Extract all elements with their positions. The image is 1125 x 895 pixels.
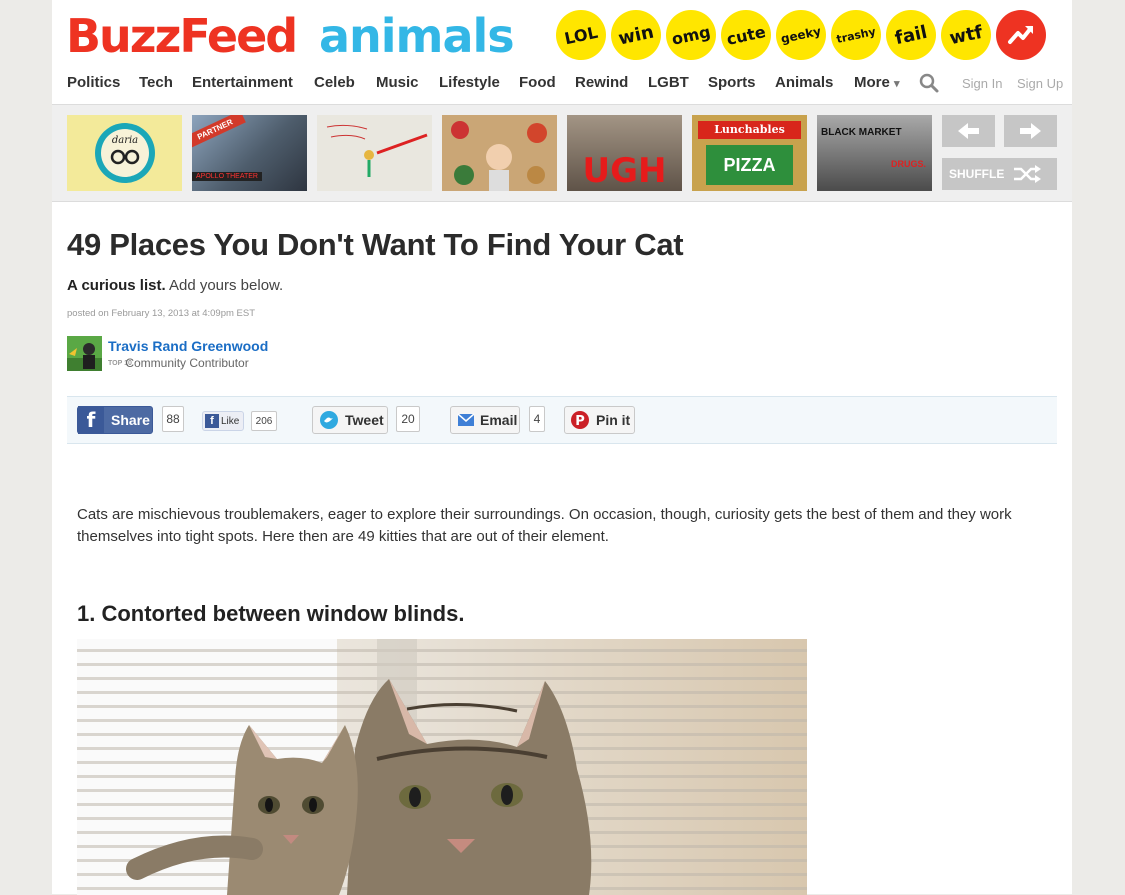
nav-animals[interactable]: Animals	[775, 74, 833, 91]
badge-lol[interactable]: LOL	[551, 5, 611, 65]
email-label: Email	[480, 412, 518, 428]
ugh-caption: UGH	[582, 151, 667, 191]
sign-in-link[interactable]: Sign In	[962, 76, 1002, 91]
arrow-right-icon	[1020, 123, 1041, 139]
featured-strip: daria PARTNER APOLLO THEATER UGH Lunchab…	[52, 105, 1072, 202]
whiteboard-drawing-image	[326, 124, 428, 177]
nav-lifestyle[interactable]: Lifestyle	[439, 74, 500, 91]
pizza-label: PIZZA	[706, 145, 793, 185]
cats-in-blinds-photo	[77, 639, 807, 895]
chevron-down-icon: ▾	[894, 78, 900, 90]
badge-geeky[interactable]: geeky	[771, 5, 831, 65]
email-share-button[interactable]: Email	[450, 406, 520, 434]
pinterest-label: Pin it	[596, 412, 631, 428]
nav-lgbt[interactable]: LGBT	[648, 74, 689, 91]
nav-food[interactable]: Food	[519, 74, 556, 91]
shuffle-icon	[1014, 165, 1041, 183]
item-1-title: 1. Contorted between window blinds.	[77, 601, 465, 626]
facebook-like-count: 206	[251, 411, 277, 431]
thumb-daria-text: daria	[112, 135, 138, 146]
arrow-left-icon	[958, 123, 979, 139]
next-button[interactable]	[1004, 115, 1057, 147]
badge-win[interactable]: win	[606, 5, 666, 65]
site-header: BuzzFeed animals LOL win omg cute geeky …	[52, 0, 1072, 105]
badge-trending[interactable]	[996, 10, 1046, 60]
posted-timestamp: posted on February 13, 2013 at 4:09pm ES…	[67, 308, 256, 319]
shuffle-button[interactable]: SHUFFLE	[942, 158, 1057, 190]
nav-more-label: More	[854, 74, 890, 91]
facebook-like-label: Like	[221, 415, 240, 427]
tweet-button[interactable]: Tweet	[312, 406, 388, 434]
thumb-lunchables[interactable]: Lunchables PIZZA	[692, 115, 807, 191]
author-avatar[interactable]	[67, 336, 102, 371]
nav-politics[interactable]: Politics	[67, 74, 120, 91]
pinterest-button[interactable]: P Pin it	[564, 406, 635, 434]
thumb-black-market[interactable]: BLACK MARKET DRUGS.	[817, 115, 932, 191]
drugs-text: DRUGS.	[890, 159, 926, 169]
partner-ribbon: PARTNER	[192, 115, 246, 149]
shuffle-label: SHUFFLE	[949, 167, 1005, 181]
article-intro: Cats are mischievous troublemakers, eage…	[77, 506, 1012, 545]
nav-entertainment[interactable]: Entertainment	[192, 74, 293, 91]
badge-fail[interactable]: fail	[881, 5, 941, 65]
facebook-like-button[interactable]: f Like	[202, 411, 244, 431]
badge-wtf[interactable]: wtf	[936, 5, 996, 65]
pinterest-icon: P	[571, 411, 589, 429]
top10-badge: TOP 10	[108, 359, 132, 367]
sign-up-link[interactable]: Sign Up	[1017, 76, 1063, 91]
thumb-daria[interactable]: daria	[67, 115, 182, 191]
nav-rewind[interactable]: Rewind	[575, 74, 628, 91]
section-title[interactable]: animals	[319, 8, 515, 64]
apollo-sign: APOLLO THEATER	[192, 172, 262, 181]
facebook-share-count: 88	[162, 406, 184, 432]
nav-more[interactable]: More ▾	[854, 74, 900, 91]
nav-tech[interactable]: Tech	[139, 74, 173, 91]
author-role-label: Community Contributor	[125, 356, 249, 370]
thumb-collage[interactable]	[442, 115, 557, 191]
collage-image	[451, 121, 547, 191]
buzzfeed-logo[interactable]: BuzzFeed	[66, 8, 298, 64]
author-avatar-image	[67, 336, 102, 371]
thumb-ugh[interactable]: UGH	[567, 115, 682, 191]
black-market-text: BLACK MARKET	[821, 127, 902, 138]
lunchables-label: Lunchables	[698, 121, 801, 139]
thumb-apollo[interactable]: PARTNER APOLLO THEATER	[192, 115, 307, 191]
badge-omg[interactable]: omg	[661, 5, 721, 65]
nav-sports[interactable]: Sports	[708, 74, 756, 91]
daria-logo-image: daria	[95, 123, 155, 183]
article-title: 49 Places You Don't Want To Find Your Ca…	[67, 227, 684, 262]
tweet-label: Tweet	[345, 412, 384, 428]
twitter-bird-icon	[320, 411, 338, 429]
page-container: BuzzFeed animals LOL win omg cute geeky …	[52, 0, 1072, 895]
trending-arrow-icon	[1008, 26, 1033, 44]
item-1-image	[77, 639, 807, 895]
author-name-link[interactable]: Travis Rand Greenwood	[108, 338, 268, 354]
badge-cute[interactable]: cute	[716, 5, 776, 65]
subtitle-rest: Add yours below.	[165, 277, 284, 294]
svg-text:P: P	[575, 414, 585, 429]
nav-celeb[interactable]: Celeb	[314, 74, 355, 91]
nav-music[interactable]: Music	[376, 74, 419, 91]
thumb-whiteboard[interactable]	[317, 115, 432, 191]
author-role: TOP 10 Community Contributor	[108, 356, 249, 370]
prev-button[interactable]	[942, 115, 995, 147]
facebook-share-button[interactable]: f Share	[77, 406, 153, 434]
article-subtitle: A curious list. Add yours below.	[67, 277, 283, 294]
search-icon[interactable]	[918, 72, 940, 94]
subtitle-bold: A curious list.	[67, 277, 166, 294]
email-count: 4	[529, 406, 545, 432]
tweet-count: 20	[396, 406, 420, 432]
facebook-share-label: Share	[111, 412, 150, 428]
envelope-icon	[457, 413, 475, 426]
facebook-like-icon: f	[205, 414, 219, 428]
facebook-icon: f	[78, 406, 104, 434]
share-bar: f Share 88 f Like 206 Tweet 20 Email 4 P…	[67, 396, 1057, 444]
badge-trashy[interactable]: trashy	[826, 5, 886, 65]
